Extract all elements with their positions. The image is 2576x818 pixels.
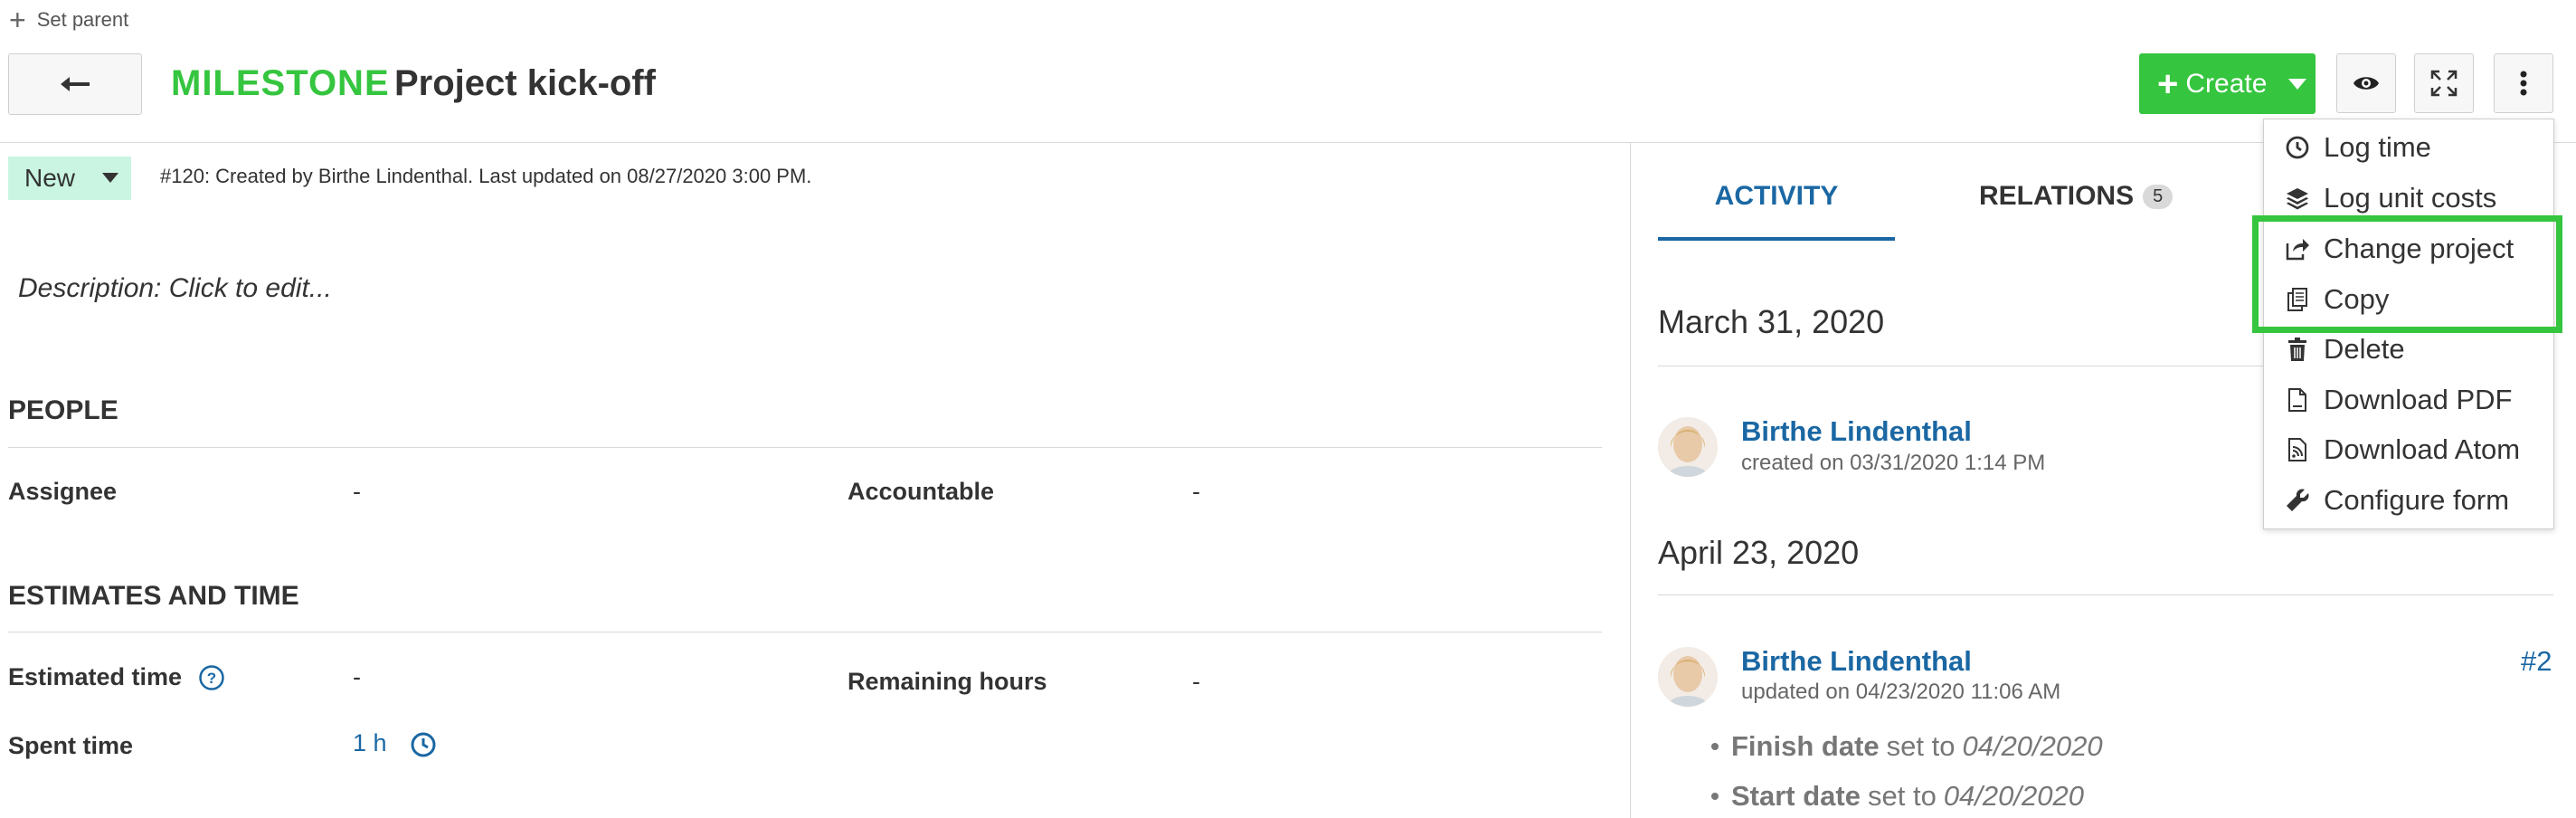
menu-item-label: Copy <box>2324 282 2390 315</box>
activity-timestamp: created on 03/31/2020 1:14 PM <box>1741 451 2046 475</box>
chevron-down-icon <box>102 173 118 183</box>
move-icon <box>2280 236 2315 262</box>
activity-date: April 23, 2020 <box>1658 534 1860 571</box>
menu-item-label: Change project <box>2324 232 2514 264</box>
change-field: Start date <box>1731 780 1861 812</box>
description-field[interactable]: Description: Click to edit... <box>18 273 332 304</box>
spent-time-link[interactable]: 1 h <box>353 729 387 757</box>
set-parent-link[interactable]: + Set parent <box>9 5 128 34</box>
status-value: New <box>24 164 76 192</box>
activity-date: March 31, 2020 <box>1658 303 1885 340</box>
layers-icon <box>2280 185 2315 211</box>
menu-item-label: Log unit costs <box>2324 181 2497 214</box>
menu-item-label: Download Atom <box>2324 433 2521 465</box>
menu-item-copy[interactable]: Copy <box>2264 274 2553 324</box>
copy-icon <box>2280 287 2315 312</box>
remaining-hours-label: Remaining hours <box>848 668 1047 695</box>
svg-text:?: ? <box>207 670 216 687</box>
activity-author-link[interactable]: Birthe Lindenthal <box>1741 645 1972 678</box>
chevron-down-icon <box>2288 78 2307 90</box>
bullet-icon <box>1711 793 1719 800</box>
estimated-time-field[interactable]: - <box>353 663 361 691</box>
accountable-label: Accountable <box>848 478 995 505</box>
status-dropdown[interactable]: New <box>8 157 131 200</box>
activity-change-item: Start date set to 04/20/2020 <box>1711 780 2084 813</box>
change-text: set to <box>1867 780 1937 812</box>
expand-icon <box>2430 70 2458 97</box>
watch-button[interactable] <box>2336 53 2396 113</box>
menu-item-label: Log time <box>2324 130 2431 163</box>
set-parent-label: Set parent <box>36 8 129 31</box>
section-title-estimates: ESTIMATES AND TIME <box>8 581 299 611</box>
active-tab-indicator <box>1658 237 1895 241</box>
eye-icon <box>2353 77 2379 90</box>
pdf-icon <box>2280 387 2315 413</box>
activity-number-link[interactable]: #2 <box>2521 645 2552 678</box>
wrench-icon <box>2280 488 2315 513</box>
activity-author-link[interactable]: Birthe Lindenthal <box>1741 415 1972 448</box>
menu-item-delete[interactable]: Delete <box>2264 324 2553 374</box>
relations-count-badge: 5 <box>2143 184 2174 209</box>
bullet-icon <box>1711 743 1719 750</box>
accountable-field[interactable]: - <box>1192 478 1200 506</box>
menu-item-log-time[interactable]: Log time <box>2264 122 2553 172</box>
menu-item-label: Delete <box>2324 332 2405 365</box>
remaining-hours-field[interactable]: - <box>1192 668 1200 696</box>
divider <box>8 632 1602 633</box>
create-button-label: Create <box>2185 68 2268 99</box>
back-arrow-icon <box>61 77 90 91</box>
assignee-field[interactable]: - <box>353 478 361 506</box>
pane-divider <box>1630 143 1631 818</box>
fullscreen-button[interactable] <box>2414 53 2474 113</box>
section-title-people: PEOPLE <box>8 395 118 425</box>
menu-item-label: Configure form <box>2324 483 2510 516</box>
trash-icon <box>2280 337 2315 362</box>
menu-item-download-atom[interactable]: Download Atom <box>2264 424 2553 474</box>
clock-icon[interactable] <box>410 731 437 763</box>
divider <box>1658 594 2553 595</box>
work-package-type: MILESTONE <box>171 63 390 103</box>
change-field: Finish date <box>1731 730 1880 762</box>
avatar <box>1658 647 1718 707</box>
tab-relations-label: RELATIONS <box>1979 181 2135 211</box>
more-actions-menu: Log time Log unit costs Change project C… <box>2263 119 2554 529</box>
plus-icon: + <box>9 4 26 36</box>
menu-item-log-unit-costs[interactable]: Log unit costs <box>2264 173 2553 223</box>
plus-icon: + <box>2157 63 2179 104</box>
page-title[interactable]: Project kick-off <box>394 58 656 109</box>
back-button[interactable] <box>8 53 142 115</box>
more-actions-button[interactable] <box>2494 53 2553 113</box>
help-icon[interactable]: ? <box>198 664 225 696</box>
tab-relations[interactable]: RELATIONS 5 <box>1979 181 2174 212</box>
avatar <box>1658 417 1718 477</box>
menu-item-change-project[interactable]: Change project <box>2264 224 2553 273</box>
tab-activity[interactable]: ACTIVITY <box>1658 181 1895 212</box>
work-package-info: #120: Created by Birthe Lindenthal. Last… <box>160 165 812 187</box>
atom-icon <box>2280 437 2315 462</box>
change-value: 04/20/2020 <box>1962 730 2103 762</box>
divider <box>8 447 1602 448</box>
menu-item-download-pdf[interactable]: Download PDF <box>2264 375 2553 424</box>
activity-change-item: Finish date set to 04/20/2020 <box>1711 730 2103 763</box>
spent-time-label: Spent time <box>8 732 134 759</box>
create-button[interactable]: + Create <box>2139 53 2316 114</box>
estimated-time-label: Estimated time <box>8 663 183 690</box>
more-vertical-icon <box>2520 71 2527 96</box>
activity-timestamp: updated on 04/23/2020 11:06 AM <box>1741 680 2061 704</box>
change-text: set to <box>1886 730 1956 762</box>
assignee-label: Assignee <box>8 478 118 505</box>
header-divider <box>0 142 2576 143</box>
menu-item-configure-form[interactable]: Configure form <box>2264 475 2553 525</box>
clock-icon <box>2280 135 2315 160</box>
menu-item-label: Download PDF <box>2324 383 2513 415</box>
change-value: 04/20/2020 <box>1943 780 2084 812</box>
